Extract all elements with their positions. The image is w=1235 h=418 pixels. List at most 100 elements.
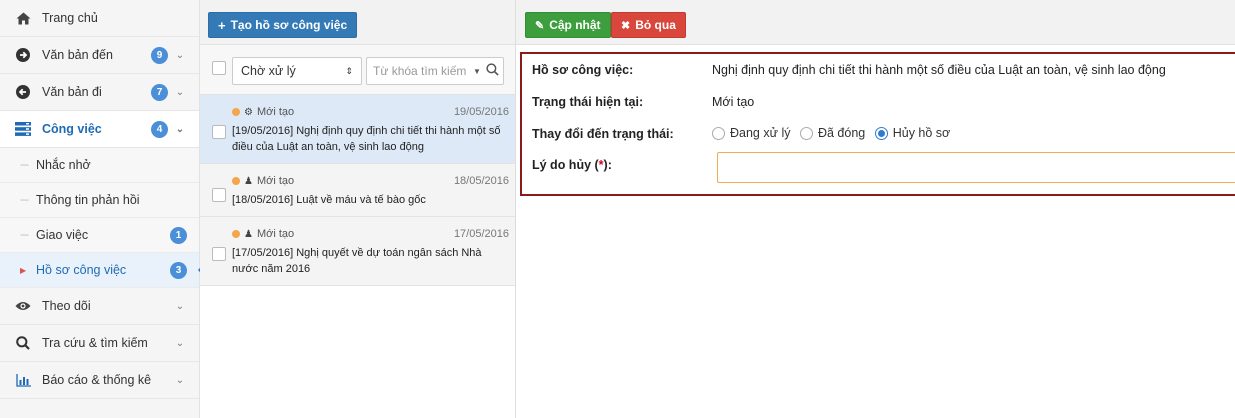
skip-label: Bỏ qua [635, 18, 676, 32]
filter-bar: Chờ xử lý ⇕ ▼ [200, 45, 515, 95]
tree-connector: --- [20, 229, 29, 241]
users-icon: ♟ [244, 228, 253, 240]
sidebar-item-label: Văn bản đến [42, 48, 113, 62]
chevron-down-icon: ⌄ [175, 337, 185, 349]
home-icon [14, 12, 32, 25]
change-status-row: Thay đổi đến trạng thái: Đang xử lý Đã đ… [532, 126, 956, 143]
radio-processing[interactable]: Đang xử lý [712, 126, 790, 140]
bar-chart-icon [14, 373, 32, 387]
current-status-value: Mới tạo [712, 95, 755, 109]
item-checkbox[interactable] [212, 125, 226, 139]
sidebar-subitem-reminders[interactable]: --- Nhắc nhở [0, 148, 199, 183]
skip-button[interactable]: ✖ Bỏ qua [611, 12, 686, 38]
radio-label: Đang xử lý [730, 126, 791, 140]
chevron-down-icon: ⌄ [175, 123, 185, 135]
search-icon [14, 336, 32, 350]
current-status-row: Trạng thái hiện tại: Mới tạo [532, 95, 754, 109]
dossier-label: Hồ sơ công việc: [532, 63, 634, 77]
detail-panel: ✎ Cập nhật ✖ Bỏ qua Hồ sơ công việc: Ngh… [516, 0, 1235, 418]
item-title: [18/05/2016] Luật về máu và tế bào gốc [232, 194, 426, 206]
sidebar-item-label: Theo dõi [42, 299, 91, 313]
list-toolbar: + Tạo hồ sơ công việc [200, 0, 515, 45]
dossier-list-panel: + Tạo hồ sơ công việc Chờ xử lý ⇕ ▼ [200, 0, 516, 418]
item-checkbox[interactable] [212, 188, 226, 202]
status-dot [232, 230, 240, 238]
item-status: Mới tạo [256, 228, 295, 240]
create-dossier-label: Tạo hồ sơ công việc [230, 18, 348, 32]
arrow-circle-left-icon [14, 85, 32, 99]
sidebar-subitem-label: Thông tin phản hồi [36, 193, 140, 207]
search-input[interactable] [373, 64, 473, 78]
plus-icon: + [218, 17, 226, 33]
count-badge: 1 [170, 226, 187, 244]
sidebar-item-lookup[interactable]: Tra cứu & tìm kiếm ⌄ [0, 325, 199, 362]
sidebar-item-label: Văn bản đi [42, 85, 102, 99]
item-date: 19/05/2016 [453, 106, 509, 118]
current-status-label: Trạng thái hiện tại: [532, 95, 644, 109]
close-icon: ✖ [621, 19, 631, 32]
sort-caret-icon: ⇕ [345, 65, 353, 76]
status-dot [232, 177, 240, 185]
gear-icon: ⚙ [244, 106, 253, 118]
create-dossier-button[interactable]: + Tạo hồ sơ công việc [208, 12, 358, 38]
count-badge: 7 [151, 83, 168, 101]
count-badge: 9 [151, 46, 168, 64]
item-status: Mới tạo [256, 106, 295, 118]
sidebar-subitem-feedback[interactable]: --- Thông tin phản hồi [0, 183, 199, 218]
sidebar-subitem-assign-task[interactable]: --- Giao việc 1 [0, 218, 199, 253]
item-status: Mới tạo [256, 175, 295, 187]
status-filter-value: Chờ xử lý [241, 64, 296, 78]
reason-label: Lý do hủy (*): [532, 158, 612, 172]
sidebar-item-label: Công việc [42, 122, 102, 136]
arrow-circle-right-icon [14, 48, 32, 62]
sidebar-item-incoming-docs[interactable]: Văn bản đến 9 ⌄ [0, 37, 199, 74]
list-item[interactable]: ♟ Mới tạo 17/05/2016 [17/05/2016] Nghị q… [200, 217, 515, 286]
sidebar-subitem-work-dossier[interactable]: ▶ Hồ sơ công việc 3 [0, 253, 206, 288]
sidebar-item-home[interactable]: Trang chủ [0, 0, 199, 37]
item-title: [17/05/2016] Nghị quyết về dự toán ngân … [232, 247, 482, 275]
eye-icon [14, 301, 32, 311]
reason-row: Lý do hủy (*): [532, 158, 712, 172]
select-all-checkbox[interactable] [212, 61, 226, 75]
chevron-down-icon: ⌄ [175, 49, 185, 61]
update-button[interactable]: ✎ Cập nhật [525, 12, 611, 38]
radio-label: Hủy hồ sơ [892, 126, 951, 140]
radio-cancel-dossier[interactable]: Hủy hồ sơ [874, 126, 951, 140]
count-badge: 4 [151, 120, 168, 138]
status-dot [232, 108, 240, 116]
users-icon: ♟ [244, 175, 253, 187]
detail-toolbar: ✎ Cập nhật ✖ Bỏ qua [516, 0, 1235, 45]
sidebar-item-follow[interactable]: Theo dõi ⌄ [0, 288, 199, 325]
sidebar-subitem-label: Nhắc nhở [36, 158, 91, 172]
dossier-row: Hồ sơ công việc: Nghị định quy định chi … [532, 63, 1166, 77]
app-root: Trang chủ Văn bản đến 9 ⌄ Văn bản đi 7 ⌄… [0, 0, 1235, 418]
chevron-down-icon: ⌄ [175, 86, 185, 98]
sidebar-item-outgoing-docs[interactable]: Văn bản đi 7 ⌄ [0, 74, 199, 111]
search-box: ▼ [366, 57, 504, 85]
sidebar: Trang chủ Văn bản đến 9 ⌄ Văn bản đi 7 ⌄… [0, 0, 206, 418]
radio-closed[interactable]: Đã đóng [799, 126, 866, 140]
search-icon[interactable] [486, 63, 499, 79]
list-item[interactable]: ♟ Mới tạo 18/05/2016 [18/05/2016] Luật v… [200, 164, 515, 217]
chevron-down-icon: ⌄ [175, 300, 185, 312]
status-change-form: Hồ sơ công việc: Nghị định quy định chi … [520, 52, 1235, 196]
sidebar-subitem-label: Giao việc [36, 228, 89, 242]
status-filter-select[interactable]: Chờ xử lý ⇕ [232, 57, 362, 85]
edit-icon: ✎ [535, 19, 545, 32]
caret-down-icon[interactable]: ▼ [473, 67, 481, 76]
update-label: Cập nhật [549, 18, 601, 32]
item-date: 18/05/2016 [453, 175, 509, 187]
sidebar-item-tasks[interactable]: Công việc 4 ⌄ [0, 111, 199, 148]
tree-connector: --- [20, 194, 29, 206]
status-radio-group: Đang xử lý Đã đóng Hủy hồ sơ [712, 126, 956, 143]
list-item[interactable]: ⚙ Mới tạo 19/05/2016 [19/05/2016] Nghị đ… [200, 95, 515, 164]
radio-label: Đã đóng [817, 126, 866, 140]
reason-input[interactable] [717, 152, 1235, 183]
tree-connector: --- [20, 159, 29, 171]
sidebar-item-reports[interactable]: Báo cáo & thống kê ⌄ [0, 362, 199, 399]
dossier-value: Nghị định quy định chi tiết thi hành một… [712, 63, 1166, 77]
sidebar-item-label: Báo cáo & thống kê [42, 373, 152, 387]
caret-right-icon: ▶ [20, 265, 26, 275]
item-checkbox[interactable] [212, 247, 226, 261]
item-title: [19/05/2016] Nghị định quy định chi tiết… [232, 125, 501, 153]
